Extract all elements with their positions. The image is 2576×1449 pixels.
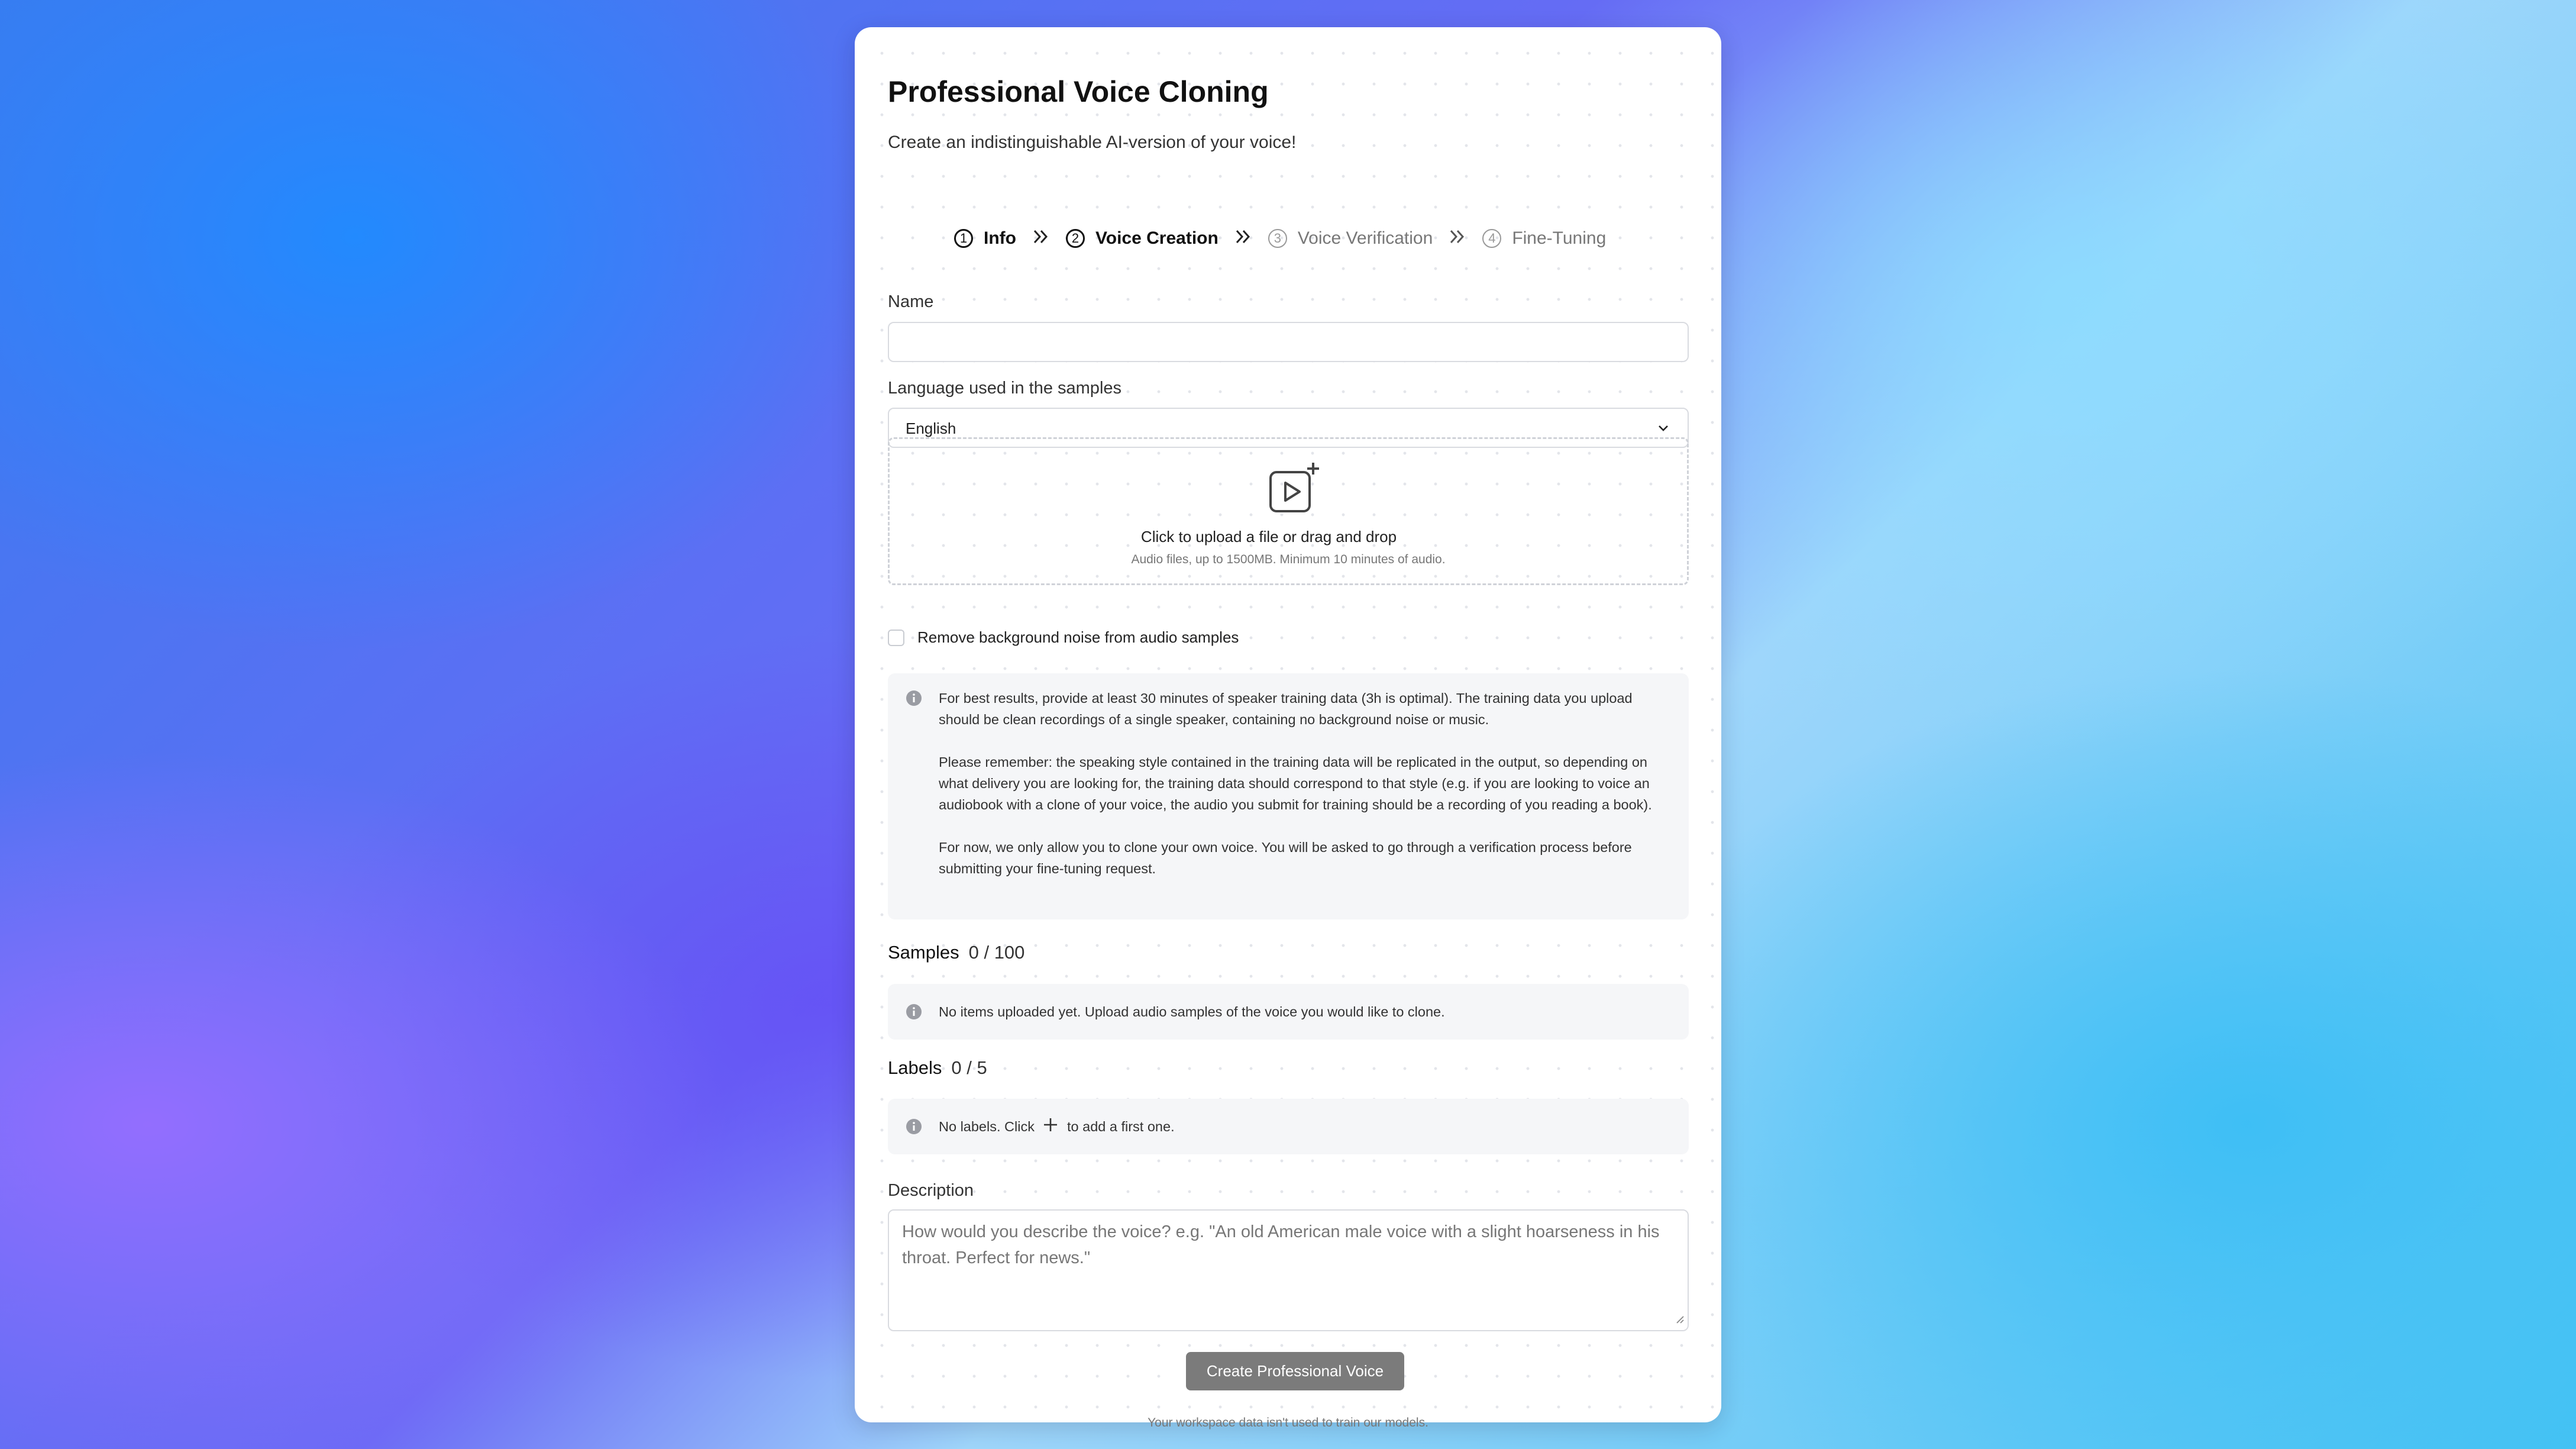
create-professional-voice-button[interactable]: Create Professional Voice: [1186, 1352, 1404, 1390]
info-paragraph: Please remember: the speaking style cont…: [939, 754, 1652, 812]
step-number: 4: [1482, 228, 1502, 248]
samples-heading: Samples 0 / 100: [888, 942, 1024, 963]
step-info[interactable]: 1 Info: [954, 228, 1016, 249]
samples-empty-box: No items uploaded yet. Upload audio samp…: [888, 984, 1689, 1040]
labels-empty-after: to add a first one.: [1067, 1119, 1175, 1134]
step-voice-creation[interactable]: 2 Voice Creation: [1065, 228, 1218, 249]
step-number: 2: [1065, 228, 1085, 248]
name-input[interactable]: [888, 322, 1689, 362]
voice-cloning-card: Professional Voice Cloning Create an ind…: [855, 27, 1721, 1429]
page-title: Professional Voice Cloning: [888, 75, 1269, 108]
noise-removal-row: Remove background noise from audio sampl…: [888, 628, 1239, 647]
labels-count: 0 / 5: [951, 1057, 987, 1078]
step-fine-tuning[interactable]: 4 Fine-Tuning: [1482, 228, 1606, 249]
training-info-text: For best results, provide at least 30 mi…: [939, 688, 1673, 901]
upload-title: Click to upload a file or drag and drop: [1140, 528, 1397, 546]
samples-empty-text: No items uploaded yet. Upload audio samp…: [939, 1004, 1445, 1019]
labels-empty-box: No labels. Click to add a first one.: [888, 1099, 1689, 1154]
description-placeholder: How would you describe the voice? e.g. "…: [902, 1222, 1660, 1267]
step-number: 1: [954, 228, 973, 248]
language-label: Language used in the samples: [888, 379, 1122, 398]
info-paragraph: For now, we only allow you to clone your…: [939, 840, 1632, 876]
info-circle-icon: [906, 1003, 922, 1020]
info-circle-icon: [906, 1118, 922, 1135]
description-textarea[interactable]: How would you describe the voice? e.g. "…: [888, 1209, 1689, 1331]
labels-empty-before: No labels. Click: [939, 1119, 1035, 1134]
double-chevron-right-icon: [1033, 227, 1049, 249]
info-circle-icon: [906, 690, 922, 706]
double-chevron-right-icon: [1449, 227, 1466, 249]
info-paragraph: For best results, provide at least 30 mi…: [939, 690, 1633, 727]
name-label: Name: [888, 292, 934, 311]
step-label: Voice Creation: [1095, 228, 1218, 248]
language-selected-value: English: [906, 419, 956, 437]
labels-empty-text: No labels. Click to add a first one.: [939, 1116, 1673, 1138]
description-label: Description: [888, 1181, 974, 1200]
labels-title: Labels: [888, 1057, 942, 1078]
noise-removal-label: Remove background noise from audio sampl…: [917, 628, 1239, 646]
video-add-icon: [1262, 460, 1321, 522]
file-dropzone[interactable]: Click to upload a file or drag and drop …: [888, 437, 1689, 585]
page-subtitle: Create an indistinguishable AI-version o…: [888, 133, 1297, 152]
step-label: Fine-Tuning: [1512, 228, 1607, 248]
double-chevron-right-icon: [1235, 227, 1252, 249]
samples-title: Samples: [888, 942, 959, 963]
plus-icon[interactable]: [1043, 1117, 1058, 1138]
labels-heading: Labels 0 / 5: [888, 1057, 987, 1079]
stepper: 1 Info 2 Voice Creation 3 Voice Verifica…: [954, 227, 1606, 249]
resize-handle-icon[interactable]: [1675, 1314, 1684, 1327]
step-number: 3: [1268, 228, 1287, 248]
chevron-down-icon: [1656, 421, 1671, 439]
noise-removal-checkbox[interactable]: [888, 629, 904, 646]
step-voice-verification[interactable]: 3 Voice Verification: [1268, 228, 1433, 249]
training-info-box: For best results, provide at least 30 mi…: [888, 673, 1689, 919]
upload-subtitle: Audio files, up to 1500MB. Minimum 10 mi…: [1131, 553, 1446, 566]
step-label: Info: [984, 228, 1016, 248]
samples-count: 0 / 100: [968, 942, 1025, 963]
workspace-data-note: Your workspace data isn't used to train …: [1148, 1416, 1428, 1429]
step-label: Voice Verification: [1297, 228, 1433, 248]
